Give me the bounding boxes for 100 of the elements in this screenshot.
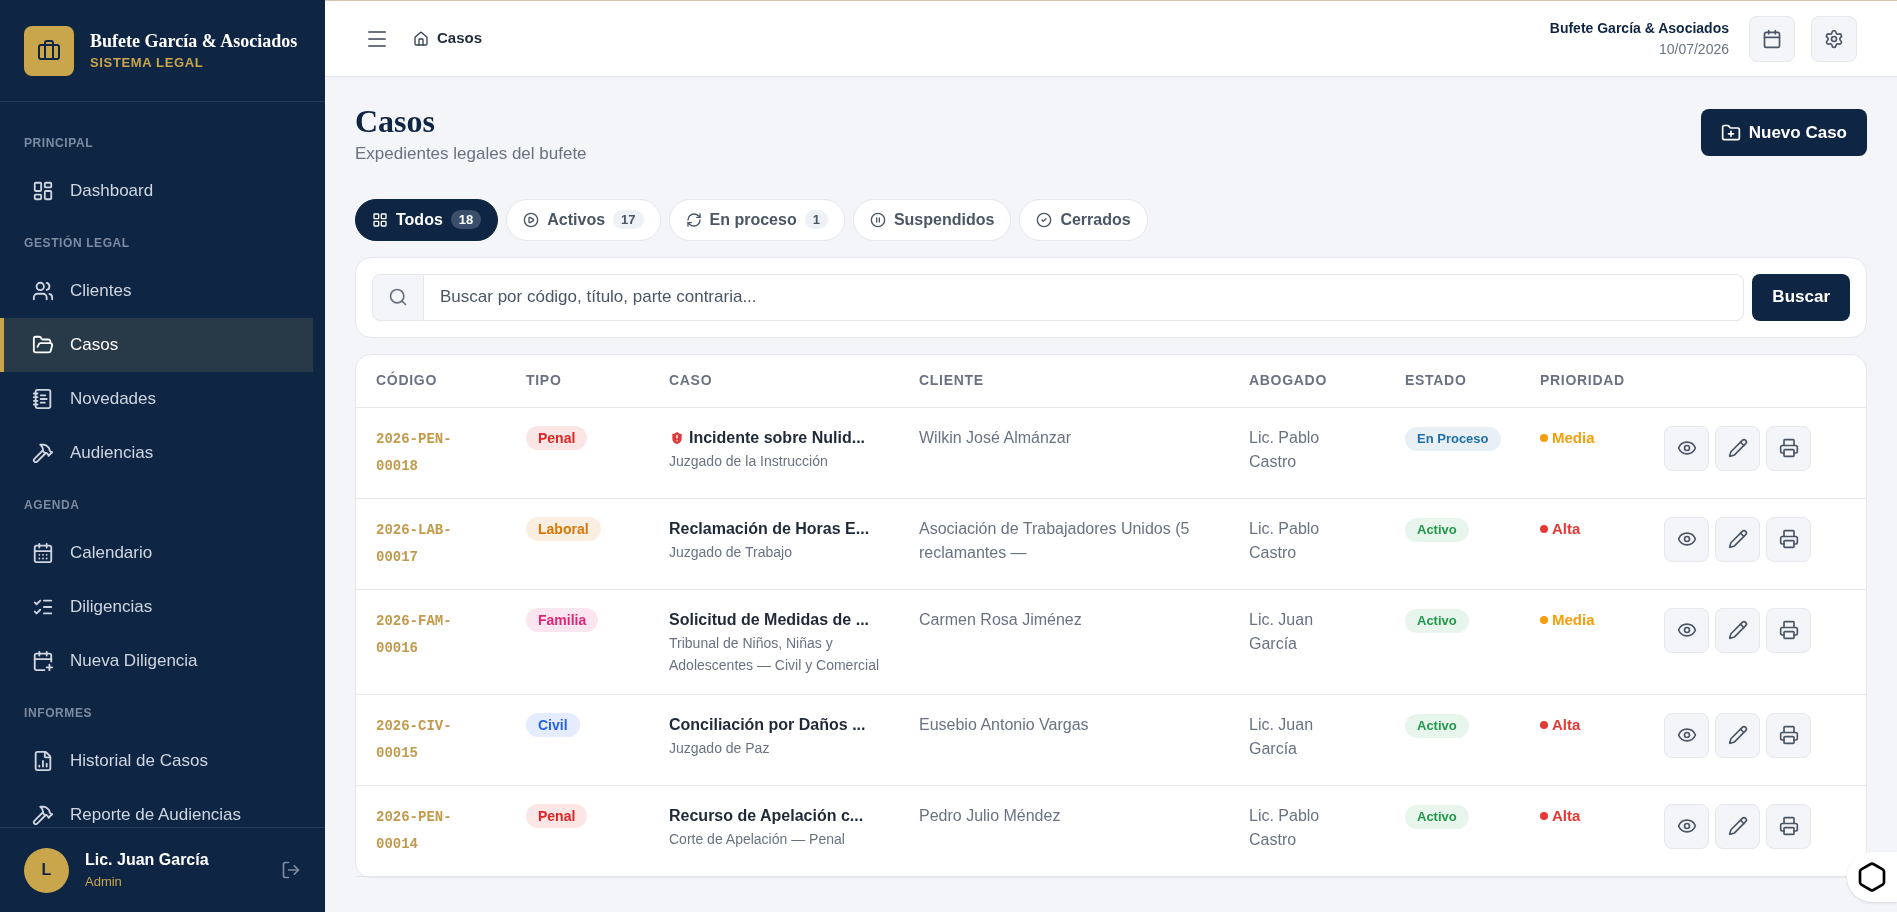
print-button[interactable] <box>1766 803 1811 849</box>
priority-label: Alta <box>1552 518 1581 539</box>
firm-name: Bufete García & Asociados <box>1549 18 1729 38</box>
status-badge: Activo <box>1405 517 1469 542</box>
printer-icon <box>1778 725 1799 745</box>
case-court: Juzgado de Trabajo <box>669 542 793 562</box>
case-code: 2026-FAM-00016 <box>376 611 453 658</box>
user-name: Lic. Juan García <box>85 850 210 871</box>
brand-name: Bufete García & Asociados <box>90 29 298 53</box>
logout-icon[interactable] <box>281 860 301 880</box>
calendar-icon <box>1762 28 1782 49</box>
filter-tab[interactable]: Suspendidos <box>852 198 1012 241</box>
calendar-button[interactable] <box>1749 15 1795 62</box>
case-code: 2026-LAB-00017 <box>376 520 453 567</box>
settings-button[interactable] <box>1811 15 1857 62</box>
floating-widget-button[interactable] <box>1847 852 1897 902</box>
filter-tab[interactable]: Cerrados <box>1019 198 1148 241</box>
printer-icon <box>1778 529 1799 549</box>
lawyer-name: Lic. Pablo Castro <box>1249 427 1321 472</box>
tab-count: 18 <box>450 209 482 230</box>
sidebar-item[interactable]: Novedades <box>0 372 313 426</box>
pencil-icon <box>1727 529 1748 549</box>
sidebar-item[interactable]: Historial de Casos <box>0 734 313 788</box>
edit-button[interactable] <box>1715 803 1760 849</box>
tab-count: 17 <box>613 209 644 230</box>
user-role: Admin <box>85 873 123 892</box>
edit-button[interactable] <box>1715 712 1760 758</box>
column-header: PRIORIDAD <box>1540 371 1626 390</box>
column-header: CASO <box>669 371 714 390</box>
check-circle-icon <box>1036 211 1053 228</box>
case-court: Juzgado de la Instrucción <box>669 451 829 471</box>
print-button[interactable] <box>1766 607 1811 653</box>
pause-icon <box>869 211 886 228</box>
case-court: Tribunal de Niños, Niñas y Adolescentes — Civil y Comercial <box>669 633 881 675</box>
view-button[interactable] <box>1664 425 1709 471</box>
pencil-icon <box>1727 620 1748 640</box>
refresh-icon <box>685 211 702 228</box>
status-badge: En Proceso <box>1405 426 1501 451</box>
column-header: CLIENTE <box>919 371 985 390</box>
print-button[interactable] <box>1766 712 1811 758</box>
column-header: ABOGADO <box>1249 371 1328 390</box>
sidebar-item[interactable]: Nueva Diligencia <box>0 634 313 688</box>
sidebar-item[interactable]: Reporte de Audiencias <box>0 788 313 827</box>
client-name: Eusebio Antonio Vargas <box>919 714 1090 735</box>
sidebar-item[interactable]: Calendario <box>0 526 313 580</box>
case-type-tag: Civil <box>526 712 580 737</box>
current-date: 10/07/2026 <box>1658 39 1729 59</box>
edit-button[interactable] <box>1715 425 1760 471</box>
edit-button[interactable] <box>1715 516 1760 562</box>
priority-label: Alta <box>1552 805 1581 826</box>
eye-icon <box>1676 620 1697 640</box>
print-button[interactable] <box>1766 516 1811 562</box>
eye-icon <box>1676 725 1697 745</box>
filter-tab[interactable]: Todos 18 <box>355 198 499 241</box>
case-court: Juzgado de Paz <box>669 738 771 758</box>
sidebar-item[interactable]: Audiencias <box>0 426 313 480</box>
case-title: Recurso de Apelación c... <box>669 805 864 826</box>
case-code: 2026-PEN-00018 <box>376 429 453 476</box>
column-header: TIPO <box>526 371 563 390</box>
filter-tab[interactable]: Activos 17 <box>506 198 661 241</box>
case-code: 2026-CIV-00015 <box>376 716 453 763</box>
column-header: ESTADO <box>1405 371 1468 390</box>
edit-button[interactable] <box>1715 607 1760 653</box>
view-button[interactable] <box>1664 607 1709 653</box>
case-title: Reclamación de Horas E... <box>669 518 870 539</box>
case-type-tag: Laboral <box>526 516 601 541</box>
priority-label: Alta <box>1552 714 1581 735</box>
status-badge: Activo <box>1405 804 1469 829</box>
nav-section-title: GESTIÓN LEGAL <box>23 234 131 252</box>
case-title: Solicitud de Medidas de ... <box>669 609 870 630</box>
sidebar-item[interactable]: Clientes <box>0 264 313 318</box>
new-case-button[interactable]: Nuevo Caso <box>1700 109 1867 156</box>
status-badge: Activo <box>1405 713 1469 738</box>
printer-icon <box>1778 438 1799 458</box>
briefcase-logo-icon <box>24 25 74 76</box>
search-field[interactable]: Buscar por código, título, parte contraria... <box>424 273 1745 321</box>
user-avatar: L <box>24 847 69 893</box>
sidebar-item[interactable]: Dashboard <box>0 164 313 218</box>
pencil-icon <box>1727 725 1748 745</box>
case-court: Corte de Apelación — Penal <box>669 829 846 849</box>
breadcrumb-current: Casos <box>437 28 483 49</box>
printer-icon <box>1778 816 1799 836</box>
view-button[interactable] <box>1664 803 1709 849</box>
sidebar-item[interactable]: Casos <box>0 318 313 372</box>
client-name: Carmen Rosa Jiménez <box>919 609 1083 630</box>
client-name: Wilkin José Almánzar <box>919 427 1073 448</box>
case-title: Conciliación por Daños ... <box>669 714 866 735</box>
priority-label: Media <box>1552 609 1595 630</box>
sidebar-item[interactable]: Diligencias <box>0 580 313 634</box>
priority-label: Media <box>1552 427 1595 448</box>
case-code: 2026-PEN-00014 <box>376 807 453 854</box>
print-button[interactable] <box>1766 425 1811 471</box>
filter-tab[interactable]: En proceso 1 <box>668 198 845 241</box>
view-button[interactable] <box>1664 516 1709 562</box>
eye-icon <box>1676 816 1697 836</box>
search-button[interactable]: Buscar <box>1752 273 1850 321</box>
view-button[interactable] <box>1664 712 1709 758</box>
folder-plus-icon <box>1720 122 1741 143</box>
settings-icon <box>1824 28 1844 49</box>
pencil-icon <box>1727 438 1748 458</box>
